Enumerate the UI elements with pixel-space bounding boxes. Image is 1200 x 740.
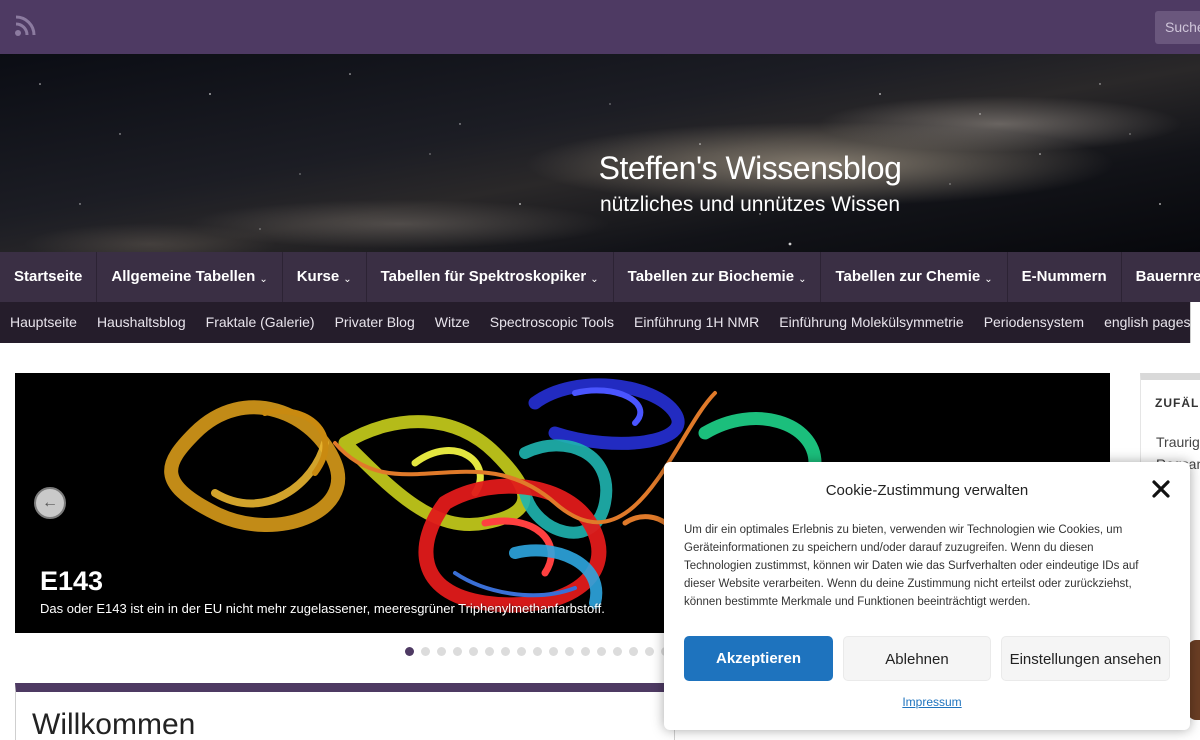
chevron-down-icon: ⌄ (259, 274, 268, 285)
subnav-item-einfuehrung-nmr[interactable]: Einführung 1H NMR (634, 302, 759, 343)
slider-dot[interactable] (437, 647, 446, 656)
slider-dot[interactable] (453, 647, 462, 656)
site-subtitle: nützliches und unnützes Wissen (600, 193, 900, 216)
subnav-item-haushaltsblog[interactable]: Haushaltsblog (97, 302, 186, 343)
slider-dot[interactable] (485, 647, 494, 656)
cookie-dialog-title: Cookie-Zustimmung verwalten (825, 482, 1029, 499)
widget-title: ZUFÄLLIGE (1155, 396, 1200, 410)
widget-link[interactable]: Traurig (1156, 434, 1200, 450)
slider-dot[interactable] (405, 647, 414, 656)
nav-item-biochemie[interactable]: Tabellen zur Biochemie ⌄ (614, 252, 822, 302)
subnav-edge (1190, 302, 1200, 343)
slide-description: Das oder E143 ist ein in der EU nicht me… (40, 601, 605, 616)
top-bar: Suche... (0, 0, 1200, 54)
slider-dot[interactable] (581, 647, 590, 656)
subnav-item-fraktale[interactable]: Fraktale (Galerie) (206, 302, 315, 343)
main-navigation: Startseite Allgemeine Tabellen ⌄ Kurse ⌄ T… (0, 252, 1200, 302)
nav-item-label: Bauernregeln (1135, 268, 1200, 285)
nav-item-label: E-Nummern (1021, 268, 1107, 285)
slider-dot[interactable] (645, 647, 654, 656)
nav-item-label: Kurse (296, 268, 340, 285)
slider-dot[interactable] (517, 647, 526, 656)
slider-pagination (405, 647, 677, 657)
nav-item-kurse[interactable]: Kurse ⌄ (283, 252, 367, 302)
slider-dot[interactable] (501, 647, 510, 656)
accept-button[interactable]: Akzeptieren (684, 636, 833, 681)
nav-item-startseite[interactable]: Startseite (0, 252, 98, 302)
arrow-left-icon: ← (42, 494, 58, 511)
slider-dot[interactable] (421, 647, 430, 656)
slider-prev-button[interactable]: ← (34, 487, 66, 519)
nav-item-allgemeine-tabellen[interactable]: Allgemeine Tabellen ⌄ (97, 252, 283, 302)
slider-dot[interactable] (469, 647, 478, 656)
nav-item-label: Allgemeine Tabellen (111, 268, 256, 285)
impressum-link[interactable]: Impressum (664, 695, 1200, 709)
slider-dot[interactable] (597, 647, 606, 656)
nav-item-spektroskopiker[interactable]: Tabellen für Spektroskopiker ⌄ (367, 252, 614, 302)
site-title[interactable]: Steffen's Wissensblog (0, 150, 1200, 187)
nav-item-label: Tabellen zur Chemie (835, 268, 981, 285)
subnav-item-molekuelsymmetrie[interactable]: Einführung Molekülsymmetrie (779, 302, 963, 343)
subnav-item-periodensystem[interactable]: Periodensystem (984, 302, 1084, 343)
chevron-down-icon: ⌄ (984, 274, 993, 285)
slider-dot[interactable] (549, 647, 558, 656)
subnav-item-english-pages[interactable]: english pages (1104, 302, 1190, 343)
secondary-navigation: Hauptseite Haushaltsblog Fraktale (Galer… (0, 302, 1200, 343)
welcome-heading: Willkommen (32, 708, 196, 740)
search-input[interactable]: Suche... (1155, 11, 1200, 44)
slide-title[interactable]: E143 (40, 566, 103, 597)
welcome-panel: Willkommen (15, 683, 675, 740)
chevron-down-icon: ⌄ (798, 274, 807, 285)
subnav-item-witze[interactable]: Witze (435, 302, 470, 343)
view-settings-button[interactable]: Einstellungen ansehen (1001, 636, 1170, 681)
close-icon[interactable] (1150, 478, 1172, 500)
deny-button[interactable]: Ablehnen (843, 636, 991, 681)
rss-icon[interactable] (14, 15, 36, 37)
nav-item-label: Tabellen für Spektroskopiker (380, 268, 587, 285)
slider-dot[interactable] (629, 647, 638, 656)
slider-dot[interactable] (533, 647, 542, 656)
subnav-item-spectroscopic-tools[interactable]: Spectroscopic Tools (490, 302, 614, 343)
nav-item-chemie[interactable]: Tabellen zur Chemie ⌄ (821, 252, 1008, 302)
nav-item-label: Tabellen zur Biochemie (627, 268, 795, 285)
nav-item-e-nummern[interactable]: E-Nummern (1008, 252, 1122, 302)
subnav-item-privater-blog[interactable]: Privater Blog (335, 302, 415, 343)
cookie-consent-dialog: Cookie-Zustimmung verwalten Um dir ein o… (664, 462, 1190, 730)
header-banner: Steffen's Wissensblog nützliches und unn… (0, 54, 1200, 252)
chevron-down-icon: ⌄ (590, 274, 599, 285)
cookie-dialog-text: Um dir ein optimales Erlebnis zu bieten,… (684, 524, 1139, 608)
slider-dot[interactable] (565, 647, 574, 656)
subnav-item-hauptseite[interactable]: Hauptseite (10, 302, 77, 343)
slider-dot[interactable] (613, 647, 622, 656)
nav-item-bauernregeln[interactable]: Bauernregeln (1122, 252, 1200, 302)
nav-item-label: Startseite (14, 268, 83, 285)
chevron-down-icon: ⌄ (343, 274, 352, 285)
